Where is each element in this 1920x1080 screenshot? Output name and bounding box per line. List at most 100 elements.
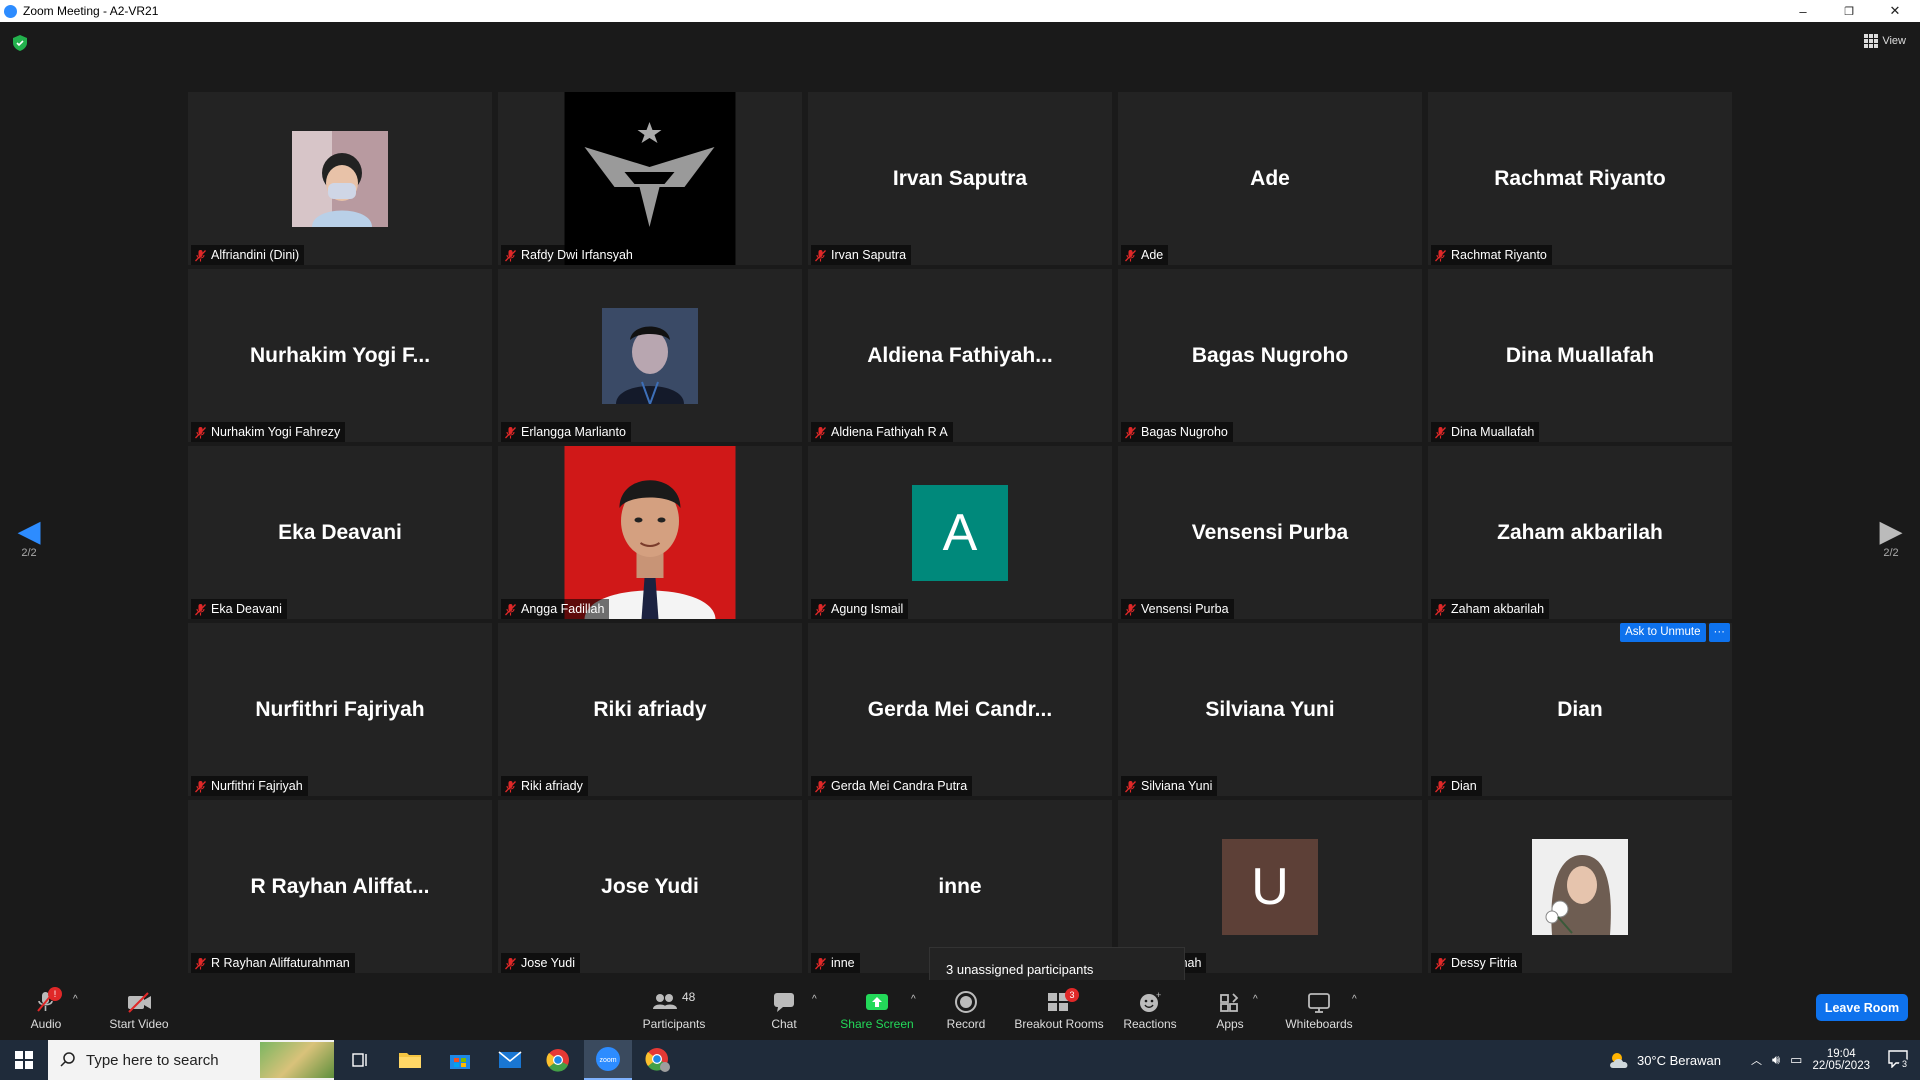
participant-tile[interactable]: Dessy Fitria <box>1428 800 1732 973</box>
whiteboards-options-caret-icon[interactable]: ^ <box>1352 994 1357 1005</box>
leave-room-button[interactable]: Leave Room <box>1816 994 1908 1021</box>
apps-options-caret-icon[interactable]: ^ <box>1253 994 1258 1005</box>
participant-tile[interactable]: Ade Ade <box>1118 92 1422 265</box>
taskbar-search-box[interactable]: Type here to search <box>48 1040 334 1080</box>
encryption-shield-icon[interactable] <box>13 35 27 51</box>
participant-tile[interactable]: Gerda Mei Candr... Gerda Mei Candra Putra <box>808 623 1112 796</box>
minimize-button[interactable]: – <box>1780 0 1826 22</box>
participant-tile[interactable]: Rafdy Dwi Irfansyah <box>498 92 802 265</box>
share-screen-icon <box>864 990 890 1014</box>
participant-display-name: Zaham akbarilah <box>1497 520 1663 544</box>
windows-start-button[interactable] <box>0 1040 48 1080</box>
breakout-rooms-button[interactable]: 3 Breakout Rooms <box>1014 980 1104 1040</box>
muted-mic-icon <box>1435 426 1446 438</box>
participant-photo <box>564 446 736 619</box>
participant-tile[interactable]: Dina Muallafah Dina Muallafah <box>1428 269 1732 442</box>
audio-options-caret-icon[interactable]: ^ <box>73 994 78 1005</box>
participant-tile[interactable]: Aldiena Fathiyah... Aldiena Fathiyah R A <box>808 269 1112 442</box>
participant-tile[interactable]: Jose Yudi Jose Yudi <box>498 800 802 973</box>
folder-icon <box>399 1053 421 1068</box>
share-screen-button[interactable]: Share Screen <box>840 980 914 1040</box>
start-video-button[interactable]: Start Video <box>106 980 172 1040</box>
share-options-caret-icon[interactable]: ^ <box>911 994 916 1005</box>
whiteboards-button[interactable]: Whiteboards <box>1284 980 1354 1040</box>
participant-name: Bagas Nugroho <box>1141 425 1228 439</box>
network-icon[interactable]: ▭ <box>1790 1052 1802 1068</box>
breakout-rooms-label: Breakout Rooms <box>1014 1016 1104 1031</box>
notification-count: 3 <box>1899 1058 1910 1069</box>
chrome-profile-button[interactable] <box>634 1040 682 1080</box>
previous-page-button[interactable]: ◀ 2/2 <box>14 517 44 560</box>
reactions-button[interactable]: + Reactions <box>1120 980 1180 1040</box>
microsoft-store-button[interactable] <box>436 1040 484 1080</box>
participant-name: Rafdy Dwi Irfansyah <box>521 248 633 262</box>
participant-initial-avatar: U <box>1222 838 1318 935</box>
participant-tile[interactable]: Vensensi Purba Vensensi Purba <box>1118 446 1422 619</box>
muted-mic-icon <box>1125 603 1136 615</box>
muted-mic-icon <box>195 249 206 261</box>
audio-button[interactable]: ! Audio <box>26 980 66 1040</box>
participant-tile[interactable]: Erlangga Marlianto <box>498 269 802 442</box>
participant-name-label: Erlangga Marlianto <box>501 422 631 442</box>
participant-tile[interactable]: Dian Dian Ask to Unmute ··· <box>1428 623 1732 796</box>
smiley-reaction-icon: + <box>1137 990 1163 1014</box>
participant-photo <box>564 92 736 265</box>
ask-to-unmute-button[interactable]: Ask to Unmute <box>1620 623 1706 642</box>
participant-tile[interactable]: R Rayhan Aliffat... R Rayhan Aliffaturahm… <box>188 800 492 973</box>
show-hidden-icons-chevron-icon[interactable]: ︿ <box>1751 1052 1762 1068</box>
participant-display-name: Ade <box>1250 166 1290 190</box>
task-view-button[interactable] <box>336 1040 384 1080</box>
participant-tile[interactable]: Eka Deavani Eka Deavani <box>188 446 492 619</box>
participant-display-name: Dina Muallafah <box>1505 343 1655 367</box>
muted-microphone-icon: ! <box>33 986 62 1014</box>
participant-name-label: Riki afriady <box>501 776 588 796</box>
notifications-button[interactable]: 3 <box>1888 1049 1912 1071</box>
participant-tile[interactable]: Nurhakim Yogi F... Nurhakim Yogi Fahrezy <box>188 269 492 442</box>
ask-unmute-group: Ask to Unmute ··· <box>1620 623 1730 642</box>
close-button[interactable]: ✕ <box>1872 0 1918 22</box>
chrome-button[interactable] <box>534 1040 582 1080</box>
participant-display-name: Riki afriady <box>593 697 707 721</box>
chat-options-caret-icon[interactable]: ^ <box>812 994 817 1005</box>
window-title-bar: Zoom Meeting - A2-VR21 – ❐ ✕ <box>0 0 1920 22</box>
participants-button[interactable]: 48 Participants <box>640 980 708 1040</box>
participant-tile[interactable]: Irvan Saputra Irvan Saputra <box>808 92 1112 265</box>
participant-tile[interactable]: Riki afriady Riki afriady <box>498 623 802 796</box>
clock-time: 19:04 <box>1826 1048 1856 1060</box>
participant-name-label: Aldiena Fathiyah R A <box>811 422 953 442</box>
record-button[interactable]: Record <box>946 980 986 1040</box>
restore-button[interactable]: ❐ <box>1826 0 1872 22</box>
zoom-taskbar-button[interactable]: zoom <box>584 1040 632 1080</box>
participant-name: Nurhakim Yogi Fahrezy <box>211 425 341 439</box>
view-button[interactable]: View <box>1864 34 1906 48</box>
muted-mic-icon <box>1435 780 1446 792</box>
participant-tile[interactable]: Rachmat Riyanto Rachmat Riyanto <box>1428 92 1732 265</box>
more-options-button[interactable]: ··· <box>1708 623 1730 642</box>
record-icon <box>953 990 979 1014</box>
participant-tile[interactable]: Nurfithri Fajriyah Nurfithri Fajriyah <box>188 623 492 796</box>
participant-tile[interactable]: Zaham akbarilah Zaham akbarilah <box>1428 446 1732 619</box>
mail-button[interactable] <box>486 1040 534 1080</box>
participant-name-label: Silviana Yuni <box>1121 776 1218 796</box>
muted-mic-icon <box>505 249 516 261</box>
muted-mic-icon <box>815 780 826 792</box>
volume-icon[interactable]: 🔊︎ <box>1772 1052 1780 1068</box>
participants-count: 48 <box>682 989 696 1004</box>
file-explorer-button[interactable] <box>386 1040 434 1080</box>
participant-tile[interactable]: Alfriandini (Dini) <box>188 92 492 265</box>
page-indicator-right: 2/2 <box>1883 547 1899 559</box>
participant-tile[interactable]: Silviana Yuni Silviana Yuni <box>1118 623 1422 796</box>
next-page-button[interactable]: ▶ 2/2 <box>1876 517 1906 560</box>
participant-tile[interactable]: Angga Fadillah <box>498 446 802 619</box>
chat-button[interactable]: Chat <box>766 980 802 1040</box>
reactions-label: Reactions <box>1123 1016 1177 1031</box>
participant-display-name: Dian <box>1557 697 1603 721</box>
participant-display-name: Gerda Mei Candr... <box>867 697 1053 721</box>
weather-text[interactable]: 30°C Berawan <box>1637 1053 1721 1068</box>
apps-button[interactable]: Apps <box>1212 980 1248 1040</box>
participant-tile[interactable]: Bagas Nugroho Bagas Nugroho <box>1118 269 1422 442</box>
participant-tile[interactable]: A Agung Ismail <box>808 446 1112 619</box>
clock[interactable]: 19:04 22/05/2023 <box>1812 1048 1870 1072</box>
muted-mic-icon <box>195 780 206 792</box>
muted-mic-icon <box>505 780 516 792</box>
